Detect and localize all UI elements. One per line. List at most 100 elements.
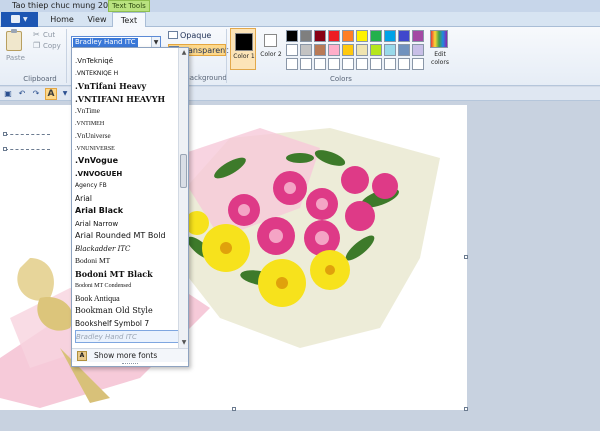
color1-label: Color 1 bbox=[233, 53, 255, 60]
color-swatch[interactable] bbox=[370, 30, 382, 42]
copy-button[interactable]: ❐ Copy bbox=[33, 41, 61, 50]
font-list-scrollbar[interactable]: ▲ ▼ bbox=[178, 48, 188, 348]
cut-button[interactable]: ✂ Cut bbox=[33, 30, 55, 39]
color-swatch[interactable] bbox=[314, 30, 326, 42]
clipboard-group-label: Clipboard bbox=[23, 75, 57, 83]
edit-colors-icon[interactable] bbox=[430, 30, 448, 48]
color-swatch[interactable] bbox=[356, 58, 368, 70]
font-list-item[interactable]: Arial Narrow bbox=[75, 218, 179, 231]
color-swatch[interactable] bbox=[356, 30, 368, 42]
file-menu-button[interactable]: ▼ bbox=[1, 12, 38, 27]
background-group-label: Background bbox=[185, 74, 227, 82]
font-list-item[interactable]: .VNTEKNIQE H bbox=[75, 68, 179, 81]
file-menu-icon bbox=[11, 15, 20, 23]
color-swatch[interactable] bbox=[412, 58, 424, 70]
font-list-item[interactable]: .VnTime bbox=[75, 105, 179, 118]
color-swatch[interactable] bbox=[370, 44, 382, 56]
separator bbox=[226, 29, 227, 83]
font-list-item[interactable]: Bodoni MT Black bbox=[75, 268, 179, 281]
font-list-item[interactable]: .VnTekniqé bbox=[75, 55, 179, 68]
show-more-fonts-button[interactable]: A Show more fonts bbox=[72, 348, 188, 362]
color-swatch[interactable] bbox=[398, 30, 410, 42]
paste-icon[interactable] bbox=[6, 29, 22, 51]
color2-swatch[interactable] bbox=[264, 34, 277, 47]
font-list-item[interactable]: Arial Black bbox=[75, 205, 179, 218]
color-swatch[interactable] bbox=[412, 30, 424, 42]
colors-group-label: Colors bbox=[330, 75, 352, 83]
chevron-down-icon[interactable]: ▼ bbox=[60, 89, 70, 99]
font-list-item[interactable]: Bookman Old Style bbox=[75, 305, 179, 318]
font-list-item[interactable]: Bodoni MT Condensed bbox=[75, 280, 179, 293]
opaque-button[interactable]: Opaque bbox=[168, 30, 228, 42]
cut-label: Cut bbox=[43, 31, 56, 39]
color-swatch[interactable] bbox=[370, 58, 382, 70]
color-swatch[interactable] bbox=[328, 30, 340, 42]
color1-swatch bbox=[235, 33, 253, 51]
tab-text[interactable]: Text bbox=[112, 12, 146, 28]
save-icon[interactable]: ▣ bbox=[3, 89, 13, 99]
font-list-item[interactable]: .VnVogue bbox=[75, 155, 179, 168]
paste-button-label[interactable]: Paste bbox=[6, 54, 25, 62]
color-swatch[interactable] bbox=[286, 30, 298, 42]
color-swatch[interactable] bbox=[314, 44, 326, 56]
copy-icon: ❐ bbox=[33, 41, 41, 50]
separator bbox=[66, 29, 67, 83]
show-more-fonts-label: Show more fonts bbox=[94, 351, 158, 360]
font-list-item[interactable]: Bodoni MT bbox=[75, 255, 179, 268]
color1-button[interactable]: Color 1 bbox=[230, 28, 256, 70]
color-swatch[interactable] bbox=[300, 30, 312, 42]
color-swatch[interactable] bbox=[286, 44, 298, 56]
text-tool-icon[interactable]: A bbox=[45, 88, 57, 100]
color-swatch[interactable] bbox=[342, 58, 354, 70]
chevron-down-icon: ▼ bbox=[23, 16, 28, 23]
color-swatch[interactable] bbox=[342, 30, 354, 42]
color-swatch[interactable] bbox=[328, 44, 340, 56]
font-list-item[interactable]: Book Antiqua bbox=[75, 293, 179, 306]
opaque-label: Opaque bbox=[180, 31, 212, 40]
color2-label[interactable]: Color 2 bbox=[260, 51, 282, 58]
color-swatch[interactable] bbox=[384, 44, 396, 56]
font-list-item[interactable]: Bookshelf Symbol 7 bbox=[75, 318, 179, 331]
window-title: Tao thiep chuc mung 20.1... bbox=[12, 1, 124, 10]
text-tools-context-label: Text Tools bbox=[108, 0, 150, 12]
color-swatch[interactable] bbox=[286, 58, 298, 70]
font-family-value: Bradley Hand ITC bbox=[73, 38, 138, 47]
font-icon: A bbox=[77, 351, 87, 361]
color-swatch[interactable] bbox=[412, 44, 424, 56]
font-list-item[interactable]: Arial bbox=[75, 193, 179, 206]
color-swatch[interactable] bbox=[356, 44, 368, 56]
font-list-item[interactable]: Agency FB bbox=[75, 180, 179, 193]
resize-handle[interactable] bbox=[464, 407, 468, 411]
font-list-item[interactable]: .VnTifani Heavy bbox=[75, 80, 179, 93]
color-swatch[interactable] bbox=[300, 58, 312, 70]
color-swatch[interactable] bbox=[342, 44, 354, 56]
scroll-thumb[interactable] bbox=[180, 154, 187, 188]
font-list-item[interactable]: .VNUNIVERSE bbox=[75, 143, 179, 156]
color-swatch[interactable] bbox=[328, 58, 340, 70]
color-swatch[interactable] bbox=[384, 58, 396, 70]
flower-bouquet-image bbox=[0, 128, 440, 408]
scissors-icon: ✂ bbox=[33, 30, 40, 39]
font-list-item[interactable]: .VNTIMEH bbox=[75, 118, 179, 131]
color-swatch[interactable] bbox=[300, 44, 312, 56]
tab-view[interactable]: View bbox=[82, 12, 112, 27]
scroll-down-icon[interactable]: ▼ bbox=[179, 338, 189, 348]
scroll-up-icon[interactable]: ▲ bbox=[179, 48, 189, 58]
font-list-item[interactable]: .VNTIFANI HEAVYH bbox=[75, 93, 179, 106]
font-list-item[interactable]: .VnUniverse bbox=[75, 130, 179, 143]
font-list-item[interactable]: .VNVOGUEH bbox=[75, 168, 179, 181]
color-swatch[interactable] bbox=[398, 58, 410, 70]
copy-label: Copy bbox=[43, 42, 61, 50]
tab-home[interactable]: Home bbox=[42, 12, 82, 27]
resize-grip[interactable] bbox=[122, 363, 138, 366]
color-swatch[interactable] bbox=[384, 30, 396, 42]
font-list-item[interactable]: Bradley Hand ITC bbox=[75, 330, 179, 343]
resize-handle[interactable] bbox=[464, 255, 468, 259]
redo-icon[interactable]: ↷ bbox=[31, 89, 41, 99]
undo-icon[interactable]: ↶ bbox=[17, 89, 27, 99]
color-swatch[interactable] bbox=[398, 44, 410, 56]
color-swatch[interactable] bbox=[314, 58, 326, 70]
edit-colors-label[interactable]: Edit colors bbox=[427, 51, 453, 67]
font-list-item[interactable]: Arial Rounded MT Bold bbox=[75, 230, 179, 243]
font-list-item[interactable]: Blackadder ITC bbox=[75, 243, 179, 256]
